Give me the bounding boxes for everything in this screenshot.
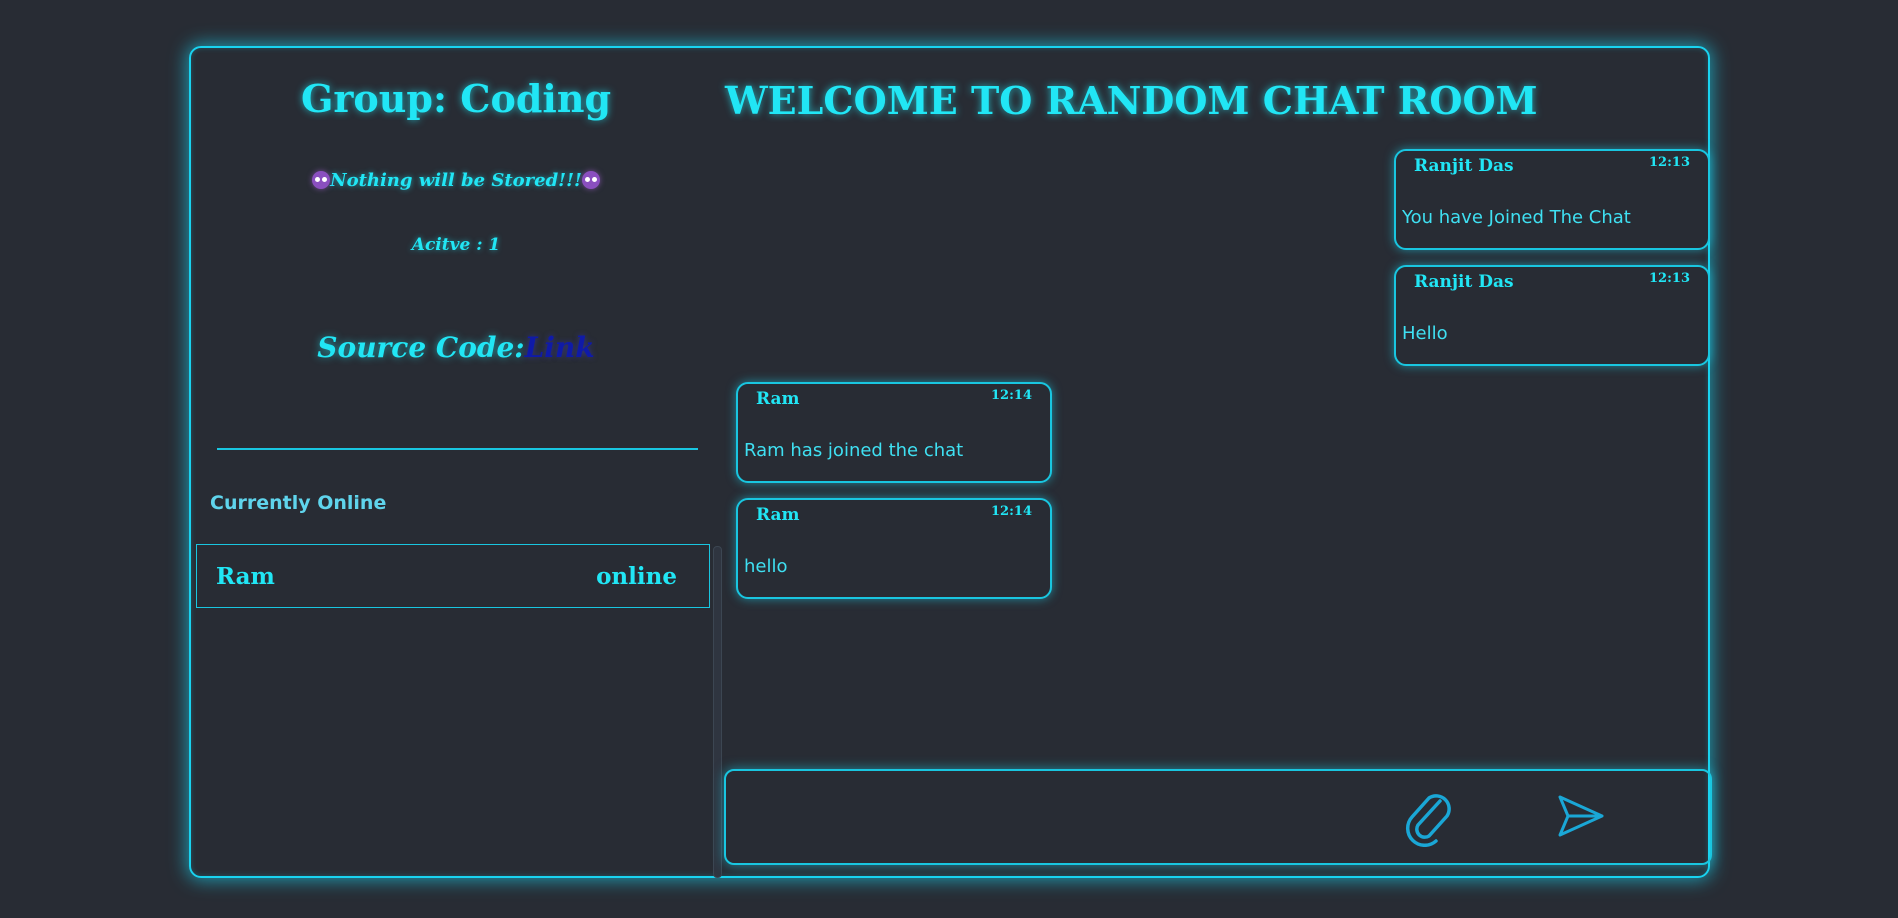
message-text: hello: [744, 556, 788, 577]
message-time: 12:14: [991, 388, 1032, 403]
active-count: Acitve : 1: [411, 235, 501, 255]
online-heading: Currently Online: [210, 492, 387, 514]
source-code-label: Source Code:: [317, 331, 525, 364]
storage-notice: Nothing will be Stored!!!: [191, 170, 721, 191]
message-text: You have Joined The Chat: [1402, 207, 1631, 228]
online-user-row[interactable]: Ram online: [196, 544, 710, 608]
message-sender: Ranjit Das: [1414, 156, 1514, 176]
storage-notice-text: Nothing will be Stored!!!: [330, 170, 582, 191]
online-user-status: online: [596, 562, 677, 590]
chat-message: Ram 12:14 hello: [736, 498, 1052, 599]
group-title: Group: Coding: [300, 76, 612, 121]
message-time: 12:13: [1649, 155, 1690, 170]
paperclip-icon: [1406, 794, 1451, 847]
user-list-scrollbar[interactable]: [713, 546, 722, 878]
message-sender: Ranjit Das: [1414, 272, 1514, 292]
devil-emoji-icon: [581, 171, 600, 189]
message-time: 12:13: [1649, 271, 1690, 286]
chat-message: Ranjit Das 12:13 Hello: [1394, 265, 1710, 366]
message-composer: [724, 769, 1712, 865]
message-input[interactable]: [736, 781, 1390, 855]
chat-room-title: WELCOME TO RANDOM CHAT ROOM: [725, 78, 1538, 123]
devil-emoji-icon: [312, 171, 331, 189]
message-text: Ram has joined the chat: [744, 440, 964, 461]
chat-app-window: Group: Coding Nothing will be Stored!!! …: [189, 46, 1712, 878]
source-code-link[interactable]: Link: [525, 331, 595, 364]
source-code: Source Code:Link: [191, 331, 721, 364]
chat-message: Ram 12:14 Ram has joined the chat: [736, 382, 1052, 483]
online-user-name: Ram: [216, 562, 275, 590]
chat-message: Ranjit Das 12:13 You have Joined The Cha…: [1394, 149, 1710, 250]
message-time: 12:14: [991, 504, 1032, 519]
send-button[interactable]: [1556, 793, 1606, 842]
message-sender: Ram: [756, 505, 800, 525]
divider: [217, 448, 698, 450]
attach-button[interactable]: [1400, 787, 1456, 850]
message-text: Hello: [1402, 323, 1448, 344]
message-sender: Ram: [756, 389, 800, 409]
send-icon: [1558, 795, 1604, 837]
